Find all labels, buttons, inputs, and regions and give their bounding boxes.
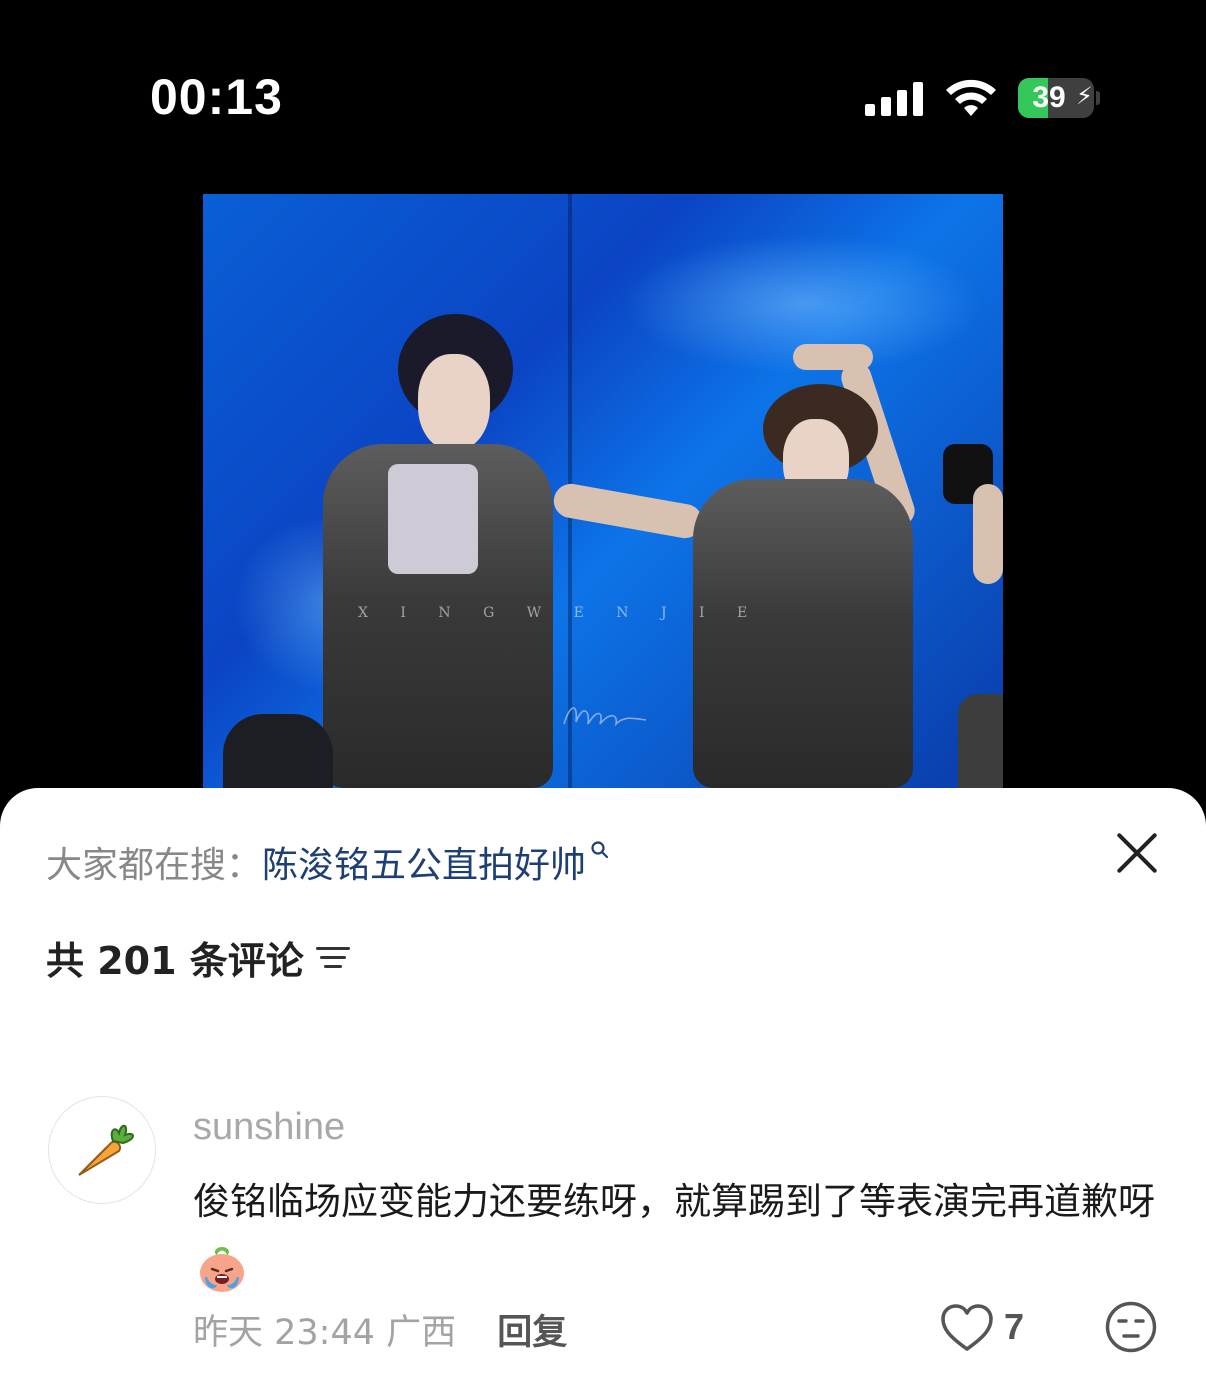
image-watermark: X I N G W E N J I E [358, 605, 762, 621]
comment-text: 俊铭临场应变能力还要练呀，就算踢到了等表演完再道歉呀 [193, 1180, 1155, 1223]
battery-cap [1096, 91, 1100, 105]
post-image[interactable]: X I N G W E N J I E [203, 194, 1003, 788]
comment-count: 共 201 条评论 [46, 939, 304, 983]
comment-location: 广西 [386, 1313, 457, 1353]
carrot-icon [78, 1124, 134, 1176]
sort-icon[interactable] [315, 945, 350, 971]
like-count: 7 [1004, 1306, 1025, 1347]
close-icon[interactable] [1114, 830, 1160, 876]
comment-meta: 昨天 23:44 广西 回复 [193, 1304, 567, 1355]
trending-search-hint[interactable]: 大家都在搜：陈浚铭五公直拍好帅 [46, 836, 610, 888]
comment-count-row: 共 201 条评论 [46, 930, 350, 983]
status-time: 00:13 [150, 69, 283, 125]
wifi-icon [946, 79, 996, 116]
comments-sheet: 大家都在搜：陈浚铭五公直拍好帅 共 201 条评论 sunshine 俊铭临场应… [0, 788, 1206, 1383]
comment-username[interactable]: sunshine [193, 1106, 345, 1149]
crying-peach-emoji [200, 1246, 244, 1292]
comment-time: 昨天 23:44 [193, 1313, 375, 1353]
avatar[interactable] [48, 1096, 156, 1204]
charging-bolt-icon: ⚡ [1076, 82, 1093, 110]
search-hint-query[interactable]: 陈浚铭五公直拍好帅 [262, 845, 586, 886]
heart-icon[interactable] [940, 1300, 994, 1356]
search-icon [591, 841, 609, 859]
cellular-signal-icon [865, 82, 925, 116]
battery-icon: 39 ⚡ [1018, 78, 1094, 118]
search-hint-prefix: 大家都在搜： [46, 845, 263, 886]
emoji-face-icon[interactable] [1104, 1300, 1158, 1354]
battery-percent: 39 [1032, 81, 1066, 114]
reply-button[interactable]: 回复 [497, 1313, 567, 1353]
signature-watermark [563, 707, 647, 727]
status-bar: 00:13 39 ⚡ [0, 0, 1206, 190]
comment-body: 俊铭临场应变能力还要练呀，就算踢到了等表演完再道歉呀 [193, 1170, 1168, 1298]
